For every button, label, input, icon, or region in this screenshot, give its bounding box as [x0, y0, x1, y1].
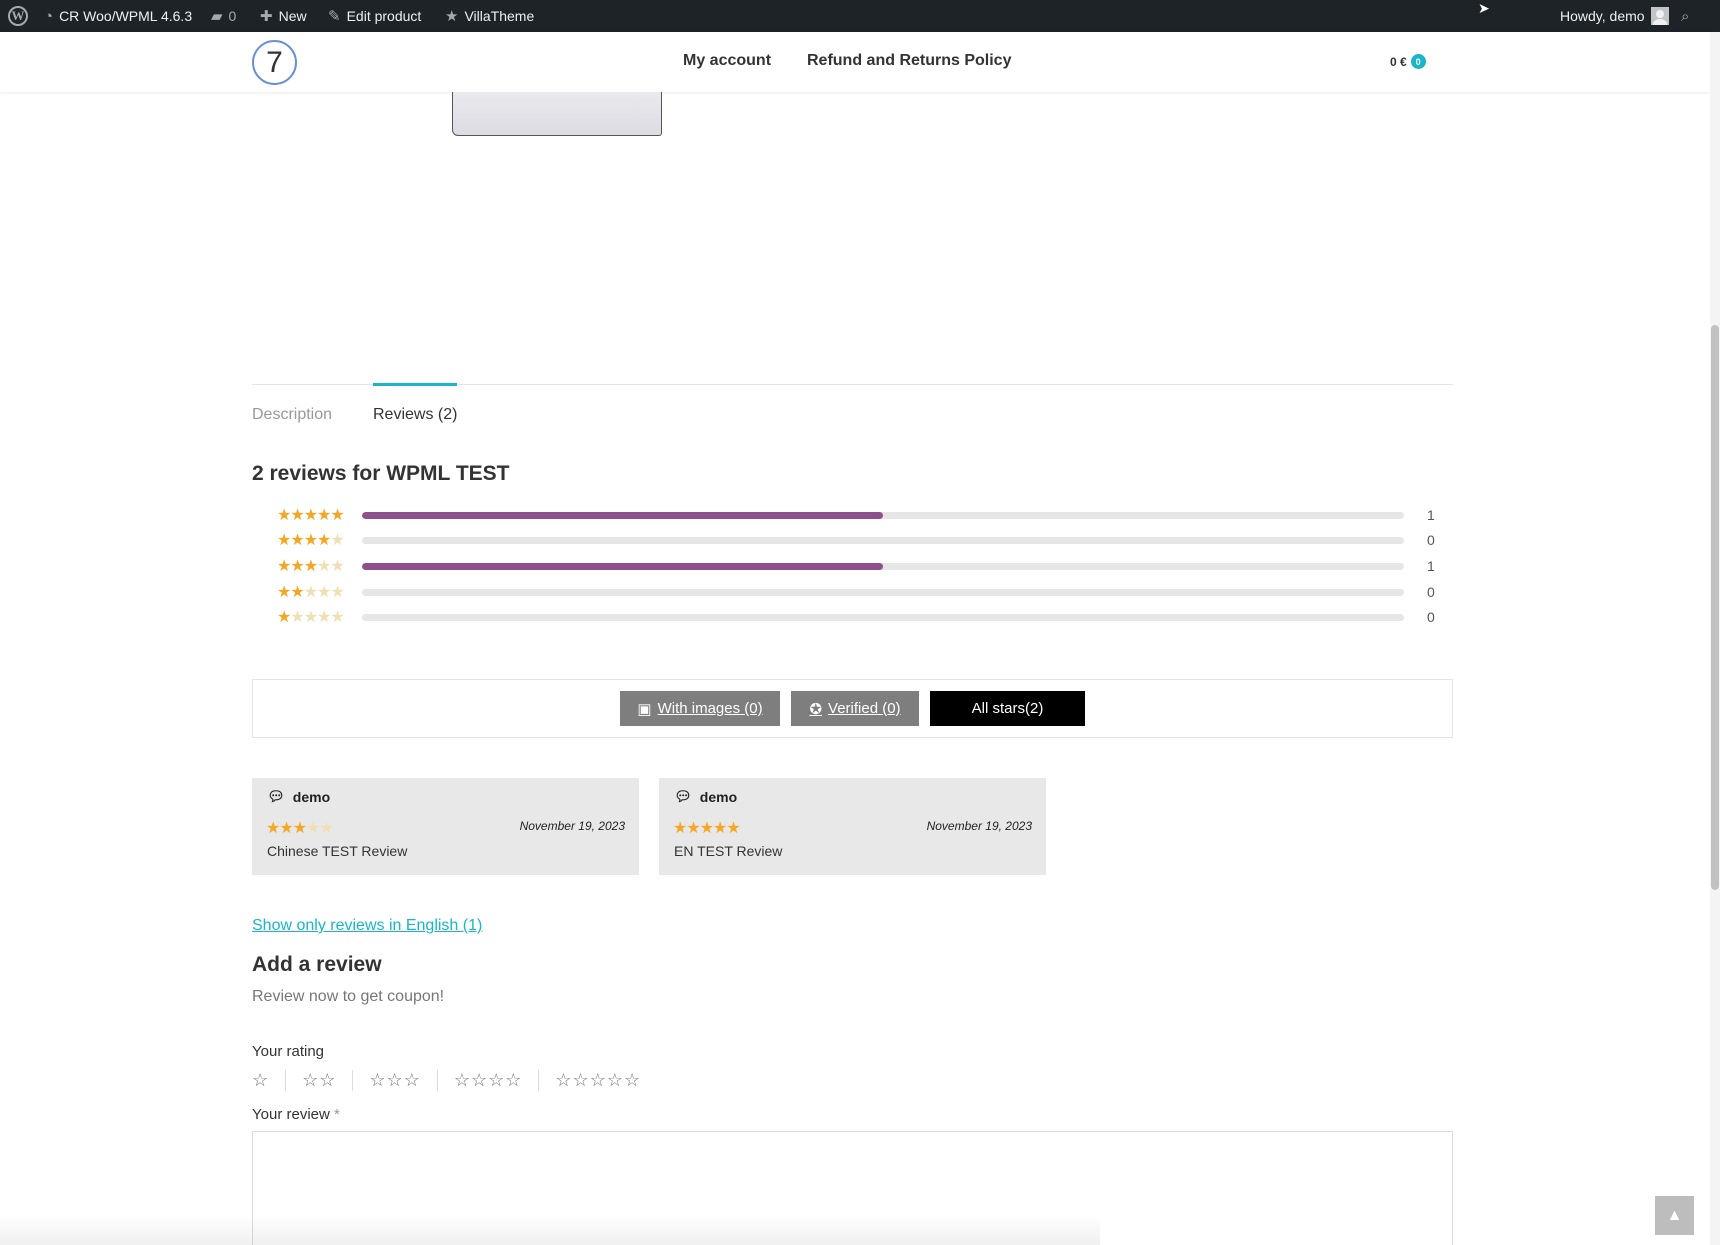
search-icon: ⌕: [1681, 7, 1690, 25]
edit-product-link[interactable]: ✎ Edit product: [328, 0, 421, 32]
site-header: 7 My account Refund and Returns Policy 0…: [0, 32, 1710, 92]
rating-count: 1: [1427, 558, 1435, 574]
villatheme-label: VillaTheme: [464, 8, 535, 24]
rating-bar-fill: [362, 563, 883, 570]
review-author-name: demo: [699, 788, 738, 805]
review-date: November 19, 2023: [926, 819, 1032, 833]
rating-row-3[interactable]: ★★★★★ 1: [277, 556, 1435, 576]
bottom-shadow: [0, 1215, 1100, 1245]
star-rating-4: ★★★★★: [277, 532, 345, 549]
comment-icon: ▰: [211, 7, 223, 25]
review-author: 💬︎ demo: [267, 788, 330, 805]
review-coupon-note: Review now to get coupon!: [252, 988, 445, 1005]
rating-selector: ☆ ☆☆ ☆☆☆ ☆☆☆☆ ☆☆☆☆☆: [252, 1070, 657, 1091]
comments-icon: 💬︎: [267, 788, 285, 804]
rate-2-stars-button[interactable]: ☆☆: [285, 1070, 352, 1091]
rating-bar: [362, 563, 1404, 570]
rating-row-4[interactable]: ★★★★★ 0: [277, 530, 1435, 550]
cart-count-badge: 0: [1410, 54, 1426, 69]
your-review-label-text: Your review: [252, 1106, 330, 1123]
my-account-menu[interactable]: Howdy, demo: [1560, 0, 1669, 32]
wp-logo-menu[interactable]: W: [8, 0, 28, 32]
rate-4-stars-button[interactable]: ☆☆☆☆: [436, 1070, 539, 1091]
tab-reviews[interactable]: Reviews (2): [373, 406, 457, 424]
review-text: Chinese TEST Review: [267, 843, 408, 859]
your-rating-label: Your rating: [252, 1043, 324, 1060]
rate-5-stars-button[interactable]: ☆☆☆☆☆: [538, 1070, 657, 1091]
review-date: November 19, 2023: [519, 819, 625, 833]
scrollbar-thumb[interactable]: [1711, 325, 1719, 890]
plus-icon: ✚: [260, 7, 273, 25]
filter-with-images-button[interactable]: ▣ With images (0): [620, 691, 780, 726]
admin-bar: W ◔ CR Woo/WPML 4.6.3 ▰ 0 ✚ New ✎ Edit p…: [0, 0, 1720, 32]
header-cart[interactable]: 0 € 0: [1390, 54, 1426, 69]
rating-bar: [362, 589, 1404, 596]
site-name: CR Woo/WPML 4.6.3: [59, 8, 193, 24]
rating-count: 0: [1427, 584, 1435, 600]
comments-icon: 💬︎: [674, 788, 692, 804]
site-name-menu[interactable]: ◔ CR Woo/WPML 4.6.3: [44, 0, 192, 32]
admin-search-button[interactable]: ⌕: [1681, 0, 1689, 32]
camera-icon: ▣: [637, 700, 652, 718]
wordpress-icon: W: [8, 6, 28, 26]
rating-row-5[interactable]: ★★★★★ 1: [277, 505, 1435, 525]
rating-count: 0: [1427, 532, 1435, 548]
star-rating-1: ★★★★★: [277, 609, 345, 626]
dashboard-icon: ◔: [44, 7, 54, 25]
review-text: EN TEST Review: [674, 843, 783, 859]
tab-active-indicator: [373, 383, 457, 386]
filter-with-images-label: With images (0): [657, 700, 763, 717]
reviews-title: 2 reviews for WPML TEST: [252, 462, 510, 485]
rating-count: 0: [1427, 609, 1435, 625]
rating-bar-fill: [362, 512, 883, 519]
comments-count: 0: [228, 8, 237, 24]
tab-description[interactable]: Description: [252, 406, 332, 424]
review-card: 💬︎ demo ★★★★★ November 19, 2023 Chinese …: [252, 778, 639, 875]
star-rating-3: ★★★★★: [277, 558, 345, 575]
comments-menu[interactable]: ▰ 0: [211, 0, 236, 32]
chevron-up-icon: ▲: [1666, 1206, 1683, 1224]
your-review-label: Your review *: [252, 1106, 340, 1123]
show-english-reviews-link[interactable]: Show only reviews in English (1): [252, 917, 482, 935]
rating-row-2[interactable]: ★★★★★ 0: [277, 582, 1435, 602]
nav-refund-policy[interactable]: Refund and Returns Policy: [807, 52, 1011, 70]
new-content-menu[interactable]: ✚ New: [260, 0, 307, 32]
filter-verified-button[interactable]: ✪ Verified (0): [791, 691, 919, 726]
product-image: [452, 92, 662, 136]
star-icon: ★: [445, 7, 459, 25]
add-review-title: Add a review: [252, 953, 382, 976]
review-filter-bar: ▣ With images (0) ✪ Verified (0) All sta…: [252, 679, 1453, 738]
required-mark: *: [334, 1106, 340, 1123]
review-author-name: demo: [292, 788, 331, 805]
rate-3-stars-button[interactable]: ☆☆☆: [352, 1070, 436, 1091]
new-label: New: [278, 8, 307, 24]
filter-verified-label: Verified (0): [828, 700, 901, 717]
filter-all-stars-label: All stars(2): [971, 700, 1044, 717]
scroll-to-top-button[interactable]: ▲: [1655, 1196, 1694, 1235]
filter-all-stars-button[interactable]: All stars(2): [930, 691, 1085, 726]
rating-count: 1: [1427, 507, 1435, 523]
star-rating-2: ★★★★★: [277, 584, 345, 601]
avatar: [1650, 7, 1669, 25]
review-card: 💬︎ demo ★★★★★ November 19, 2023 EN TEST …: [659, 778, 1046, 875]
review-star-rating: ★★★★★: [266, 820, 334, 837]
cart-total: 0 €: [1390, 54, 1407, 69]
howdy-text: Howdy, demo: [1560, 8, 1645, 24]
review-star-rating: ★★★★★: [673, 820, 741, 837]
logo-text: 7: [266, 45, 283, 79]
badge-icon: ✪: [809, 700, 823, 718]
rating-bar: [362, 512, 1404, 519]
site-logo[interactable]: 7: [252, 40, 297, 85]
rate-1-star-button[interactable]: ☆: [252, 1070, 285, 1091]
star-rating-5: ★★★★★: [277, 507, 345, 524]
rating-bar: [362, 537, 1404, 544]
rating-bar: [362, 614, 1404, 621]
edit-label: Edit product: [346, 8, 422, 24]
rating-row-1[interactable]: ★★★★★ 0: [277, 607, 1435, 627]
villatheme-menu[interactable]: ★ VillaTheme: [445, 0, 534, 32]
nav-my-account[interactable]: My account: [683, 52, 771, 70]
mouse-cursor-icon: ➤: [1478, 0, 1490, 16]
pencil-icon: ✎: [328, 7, 341, 25]
review-author: 💬︎ demo: [674, 788, 737, 805]
